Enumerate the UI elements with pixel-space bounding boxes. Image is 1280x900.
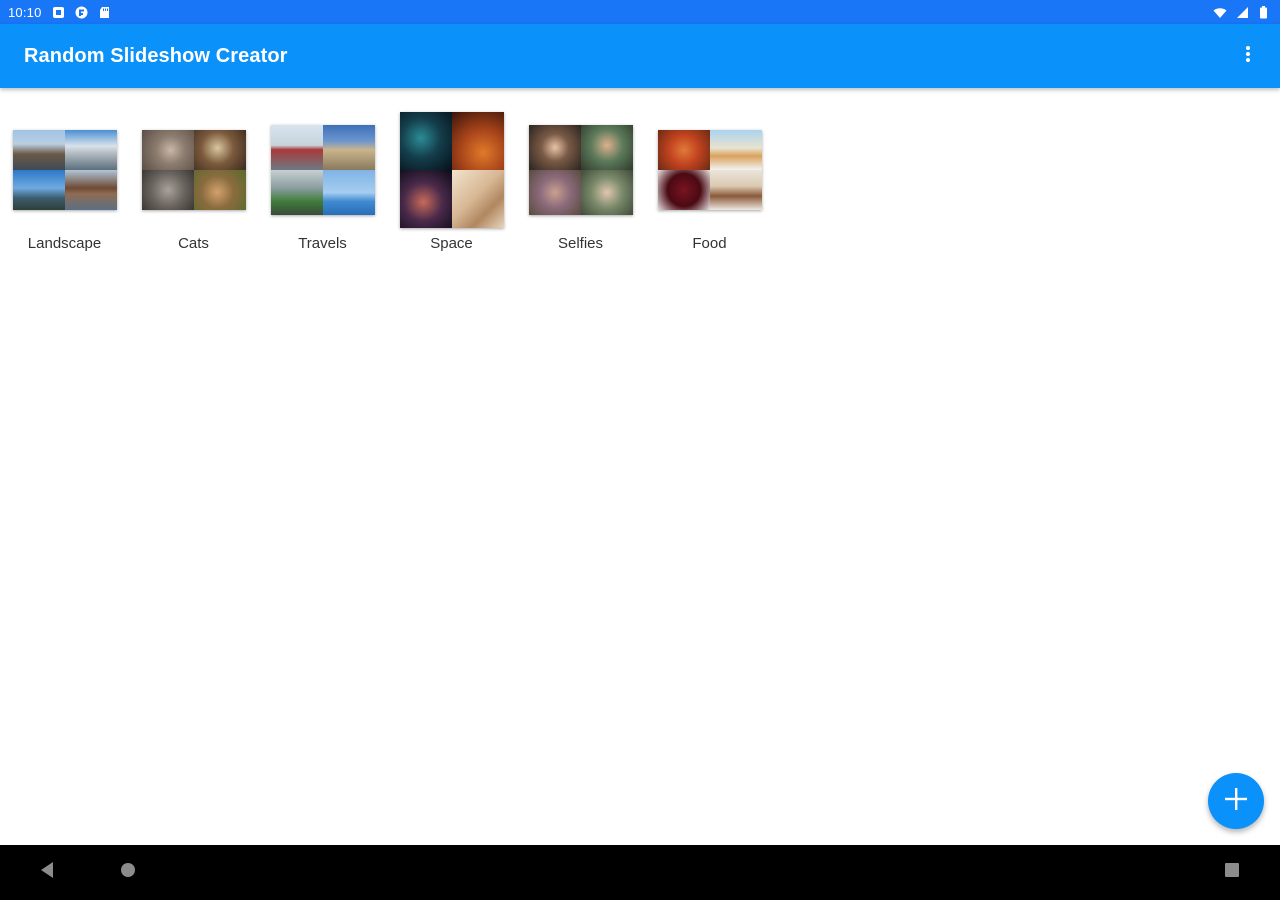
album-thumbnail [270,125,375,215]
album-label: Cats [178,235,209,252]
photo-tile [657,130,710,170]
photo-tile [528,125,581,170]
photo-tile [322,170,375,215]
back-button[interactable] [17,845,77,900]
photo-tile [141,130,194,170]
sim-card-icon [52,6,65,19]
photo-tile [270,170,323,215]
wifi-icon [1213,6,1227,19]
album-cats[interactable]: Cats [129,88,258,266]
album-selfies[interactable]: Selfies [516,88,645,266]
plus-icon [1223,786,1249,817]
album-thumbnail [528,125,633,215]
recents-button[interactable] [1202,845,1262,900]
photo-tile [709,170,762,210]
album-label: Food [692,235,727,252]
album-label: Selfies [557,235,604,252]
photo-tile [580,170,633,215]
home-icon [120,862,136,883]
recents-icon [1224,862,1240,883]
album-thumbnail [399,112,504,228]
photo-tile [399,112,452,170]
photo-tile [451,170,504,228]
album-space[interactable]: Space [387,88,516,266]
signal-icon [1236,6,1249,19]
photo-tile [657,170,710,210]
status-left: 10:10 [8,5,111,20]
album-label: Travels [298,235,347,252]
album-label: Space [430,235,473,252]
sd-card-icon [98,6,111,19]
album-food[interactable]: Food [645,88,774,266]
navigation-bar [0,845,1280,900]
status-bar: 10:10 [0,0,1280,24]
photo-tile [12,170,65,210]
album-label: Landscape [27,235,102,252]
album-thumbnail [657,130,762,210]
photo-tile [709,130,762,170]
battery-icon [1259,5,1272,19]
photo-tile [193,130,246,170]
add-slideshow-button[interactable] [1208,773,1264,829]
album-thumbnail [12,130,117,210]
photo-tile [64,130,117,170]
album-travels[interactable]: Travels [258,88,387,266]
overflow-menu-button[interactable] [1232,36,1264,76]
photo-tile [580,125,633,170]
photo-tile [528,170,581,215]
app-bar: Random Slideshow Creator [0,24,1280,88]
album-gallery: Landscape Cats Travels Space Selfies Foo… [0,88,1280,266]
home-button[interactable] [98,845,158,900]
flipboard-icon [75,6,88,19]
photo-tile [322,125,375,170]
photo-tile [193,170,246,210]
album-thumbnail [141,130,246,210]
photo-tile [451,112,504,170]
status-right [1213,5,1272,19]
photo-tile [64,170,117,210]
album-landscape[interactable]: Landscape [0,88,129,266]
status-time: 10:10 [8,4,42,20]
photo-tile [270,125,323,170]
more-vert-icon [1245,45,1251,68]
app-title: Random Slideshow Creator [24,44,288,67]
photo-tile [399,170,452,228]
photo-tile [141,170,194,210]
photo-tile [12,130,65,170]
back-icon [39,861,55,884]
